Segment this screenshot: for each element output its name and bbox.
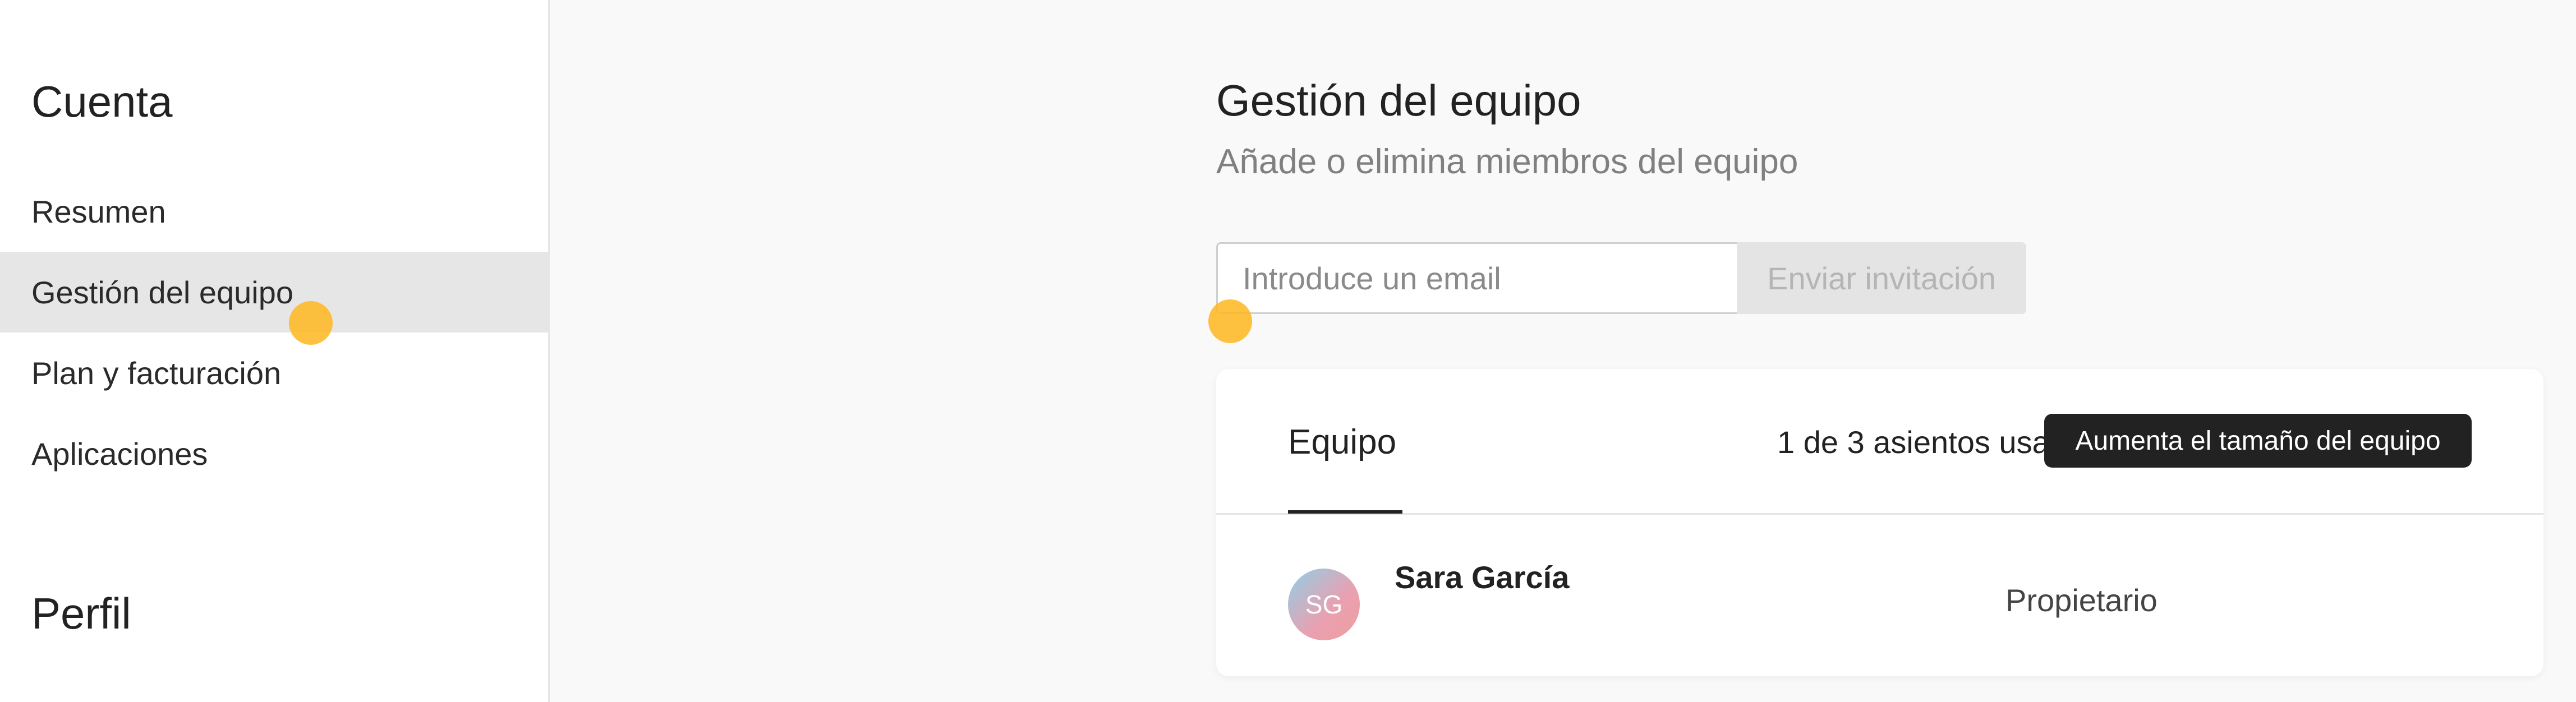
sidebar: Cuenta Resumen Gestión del equipo Plan y…	[0, 0, 550, 702]
click-marker-email	[1208, 299, 1252, 343]
email-input[interactable]	[1216, 242, 1737, 314]
sidebar-heading-account: Cuenta	[31, 77, 173, 126]
member-name: Sara García	[1395, 560, 1570, 595]
sidebar-nav: Resumen Gestión del equipo Plan y factur…	[0, 171, 548, 494]
click-marker-sidebar	[289, 301, 333, 345]
increase-team-size-button[interactable]: Aumenta el tamaño del equipo	[2044, 414, 2472, 468]
sidebar-item-applications[interactable]: Aplicaciones	[0, 413, 548, 494]
tab-team[interactable]: Equipo	[1288, 369, 1402, 515]
app-root: Cuenta Resumen Gestión del equipo Plan y…	[0, 0, 2576, 702]
team-card: Equipo 1 de 3 asientos usados Aumenta el…	[1216, 369, 2543, 676]
sidebar-item-plan-billing[interactable]: Plan y facturación	[0, 332, 548, 413]
member-role: Propietario	[2005, 583, 2158, 618]
tab-active-indicator	[1288, 510, 1402, 514]
sidebar-item-team-management[interactable]: Gestión del equipo	[0, 252, 548, 332]
invite-form: Enviar invitación	[1216, 242, 2026, 314]
avatar-initials: SG	[1305, 590, 1343, 619]
team-member-row: SG Sara García Propietario	[1216, 516, 2543, 675]
avatar: SG	[1288, 569, 1360, 640]
send-invitation-button[interactable]: Enviar invitación	[1737, 242, 2026, 314]
page-subtitle: Añade o elimina miembros del equipo	[1216, 142, 1798, 181]
sidebar-heading-profile: Perfil	[31, 589, 131, 638]
team-card-header: Equipo 1 de 3 asientos usados Aumenta el…	[1216, 369, 2543, 515]
page-title: Gestión del equipo	[1216, 76, 1581, 125]
sidebar-item-resumen[interactable]: Resumen	[0, 171, 548, 252]
seats-usage-text: 1 de 3 asientos usados	[1777, 424, 2100, 460]
